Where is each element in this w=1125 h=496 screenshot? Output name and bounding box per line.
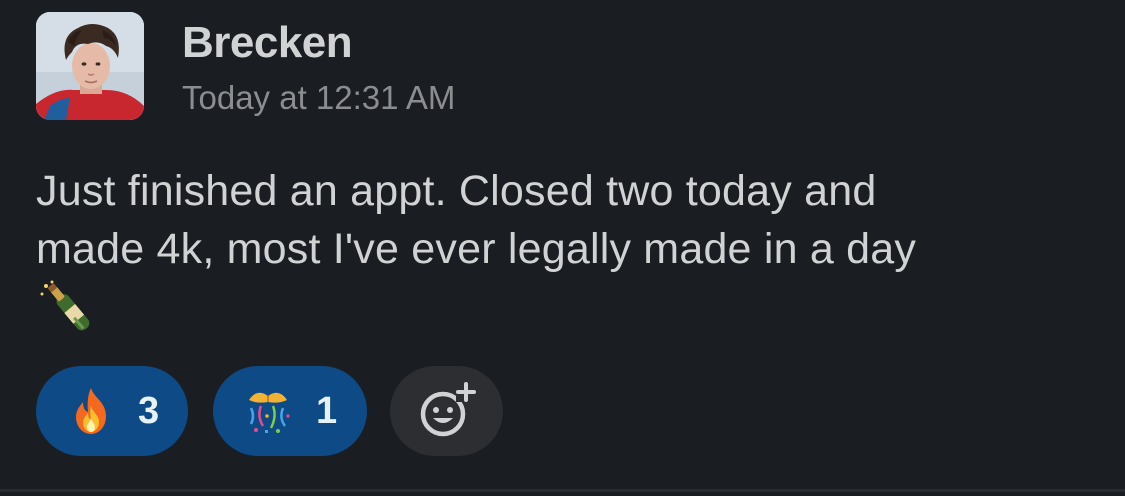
reaction-count: 3 [138,390,160,432]
reaction-fire[interactable]: 3 [36,366,188,456]
add-reaction-icon [420,382,476,437]
reaction-count: 1 [316,390,338,432]
message-line: made 4k, most I've ever legally made in … [36,225,917,273]
message: Brecken Today at 12:31 AM Just finished … [0,0,1125,492]
add-reaction-button[interactable] [390,366,503,456]
fire-icon [66,386,116,436]
message-line: Just finished an appt. Closed two today … [36,167,877,215]
divider [0,489,1125,492]
avatar-image [36,12,144,120]
message-body: Just finished an appt. Closed two today … [36,162,1096,278]
message-timestamp[interactable]: Today at 12:31 AM [182,78,455,118]
author-name[interactable]: Brecken [182,16,353,70]
avatar[interactable] [36,12,144,120]
confetti-ball-icon [243,386,293,436]
reaction-confetti[interactable]: 1 [213,366,367,456]
bottle-with-popping-cork-icon [38,278,104,342]
